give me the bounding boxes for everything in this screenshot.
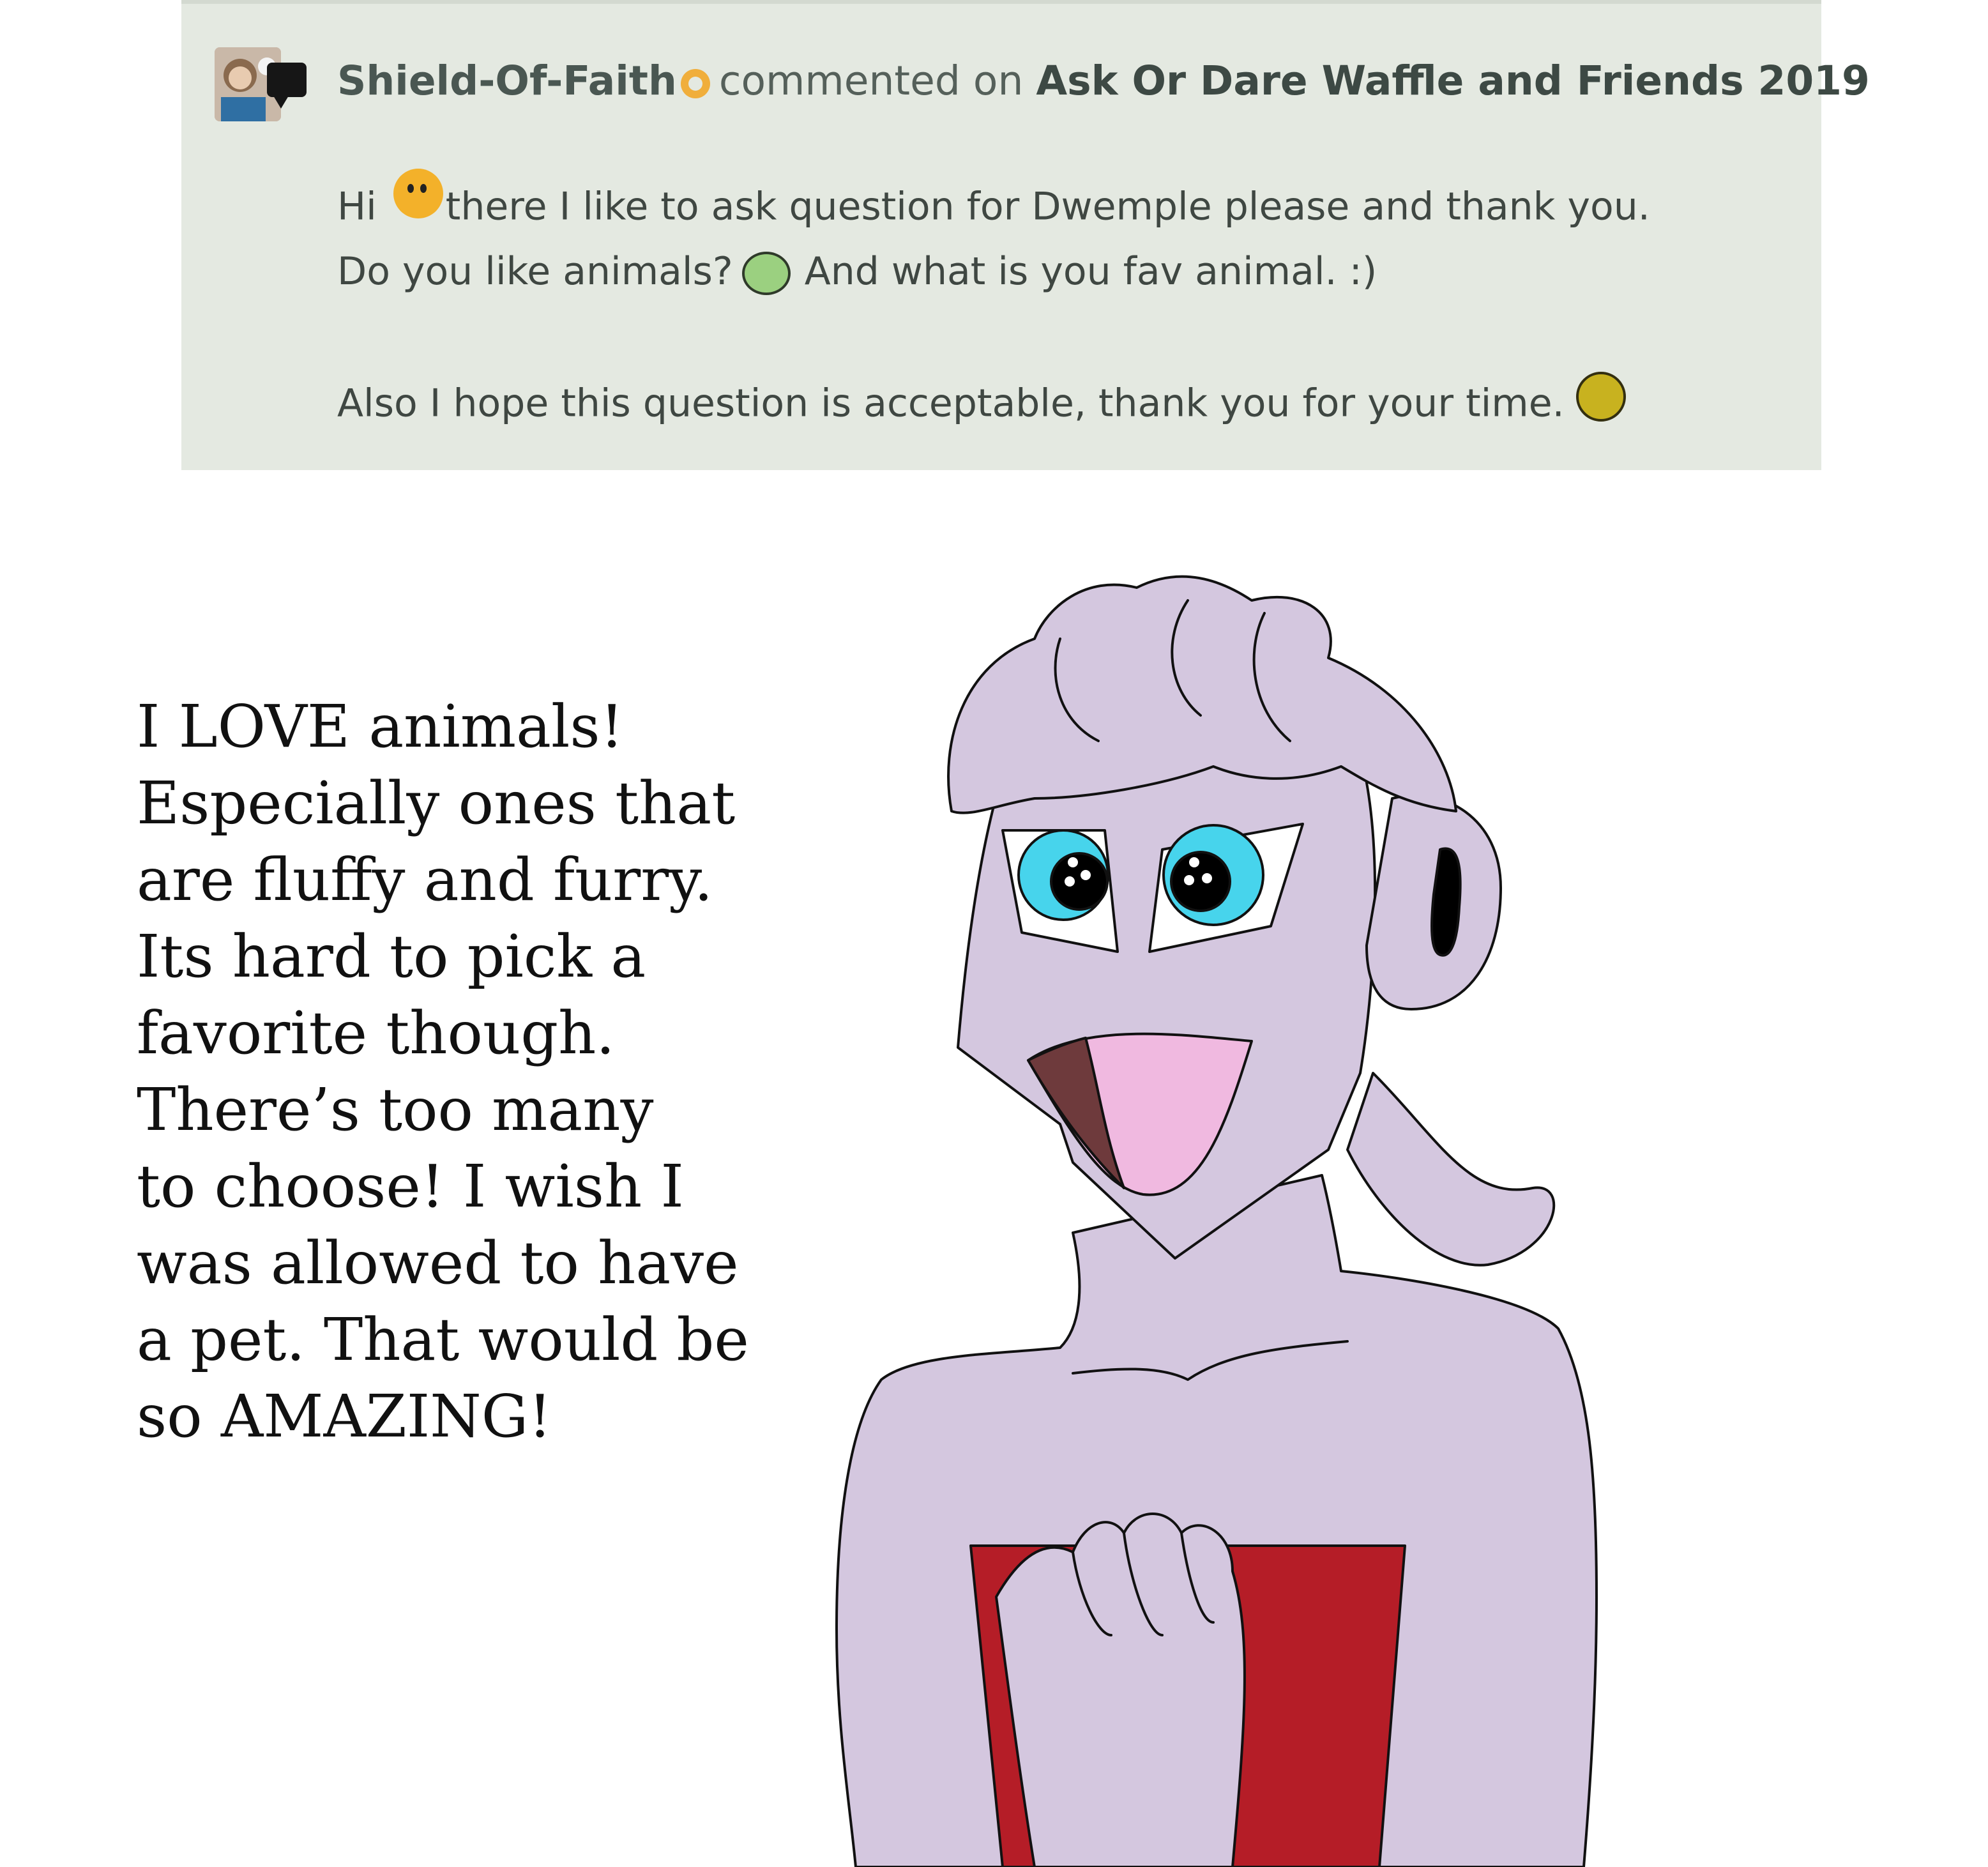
character-illustration (835, 575, 1598, 1867)
